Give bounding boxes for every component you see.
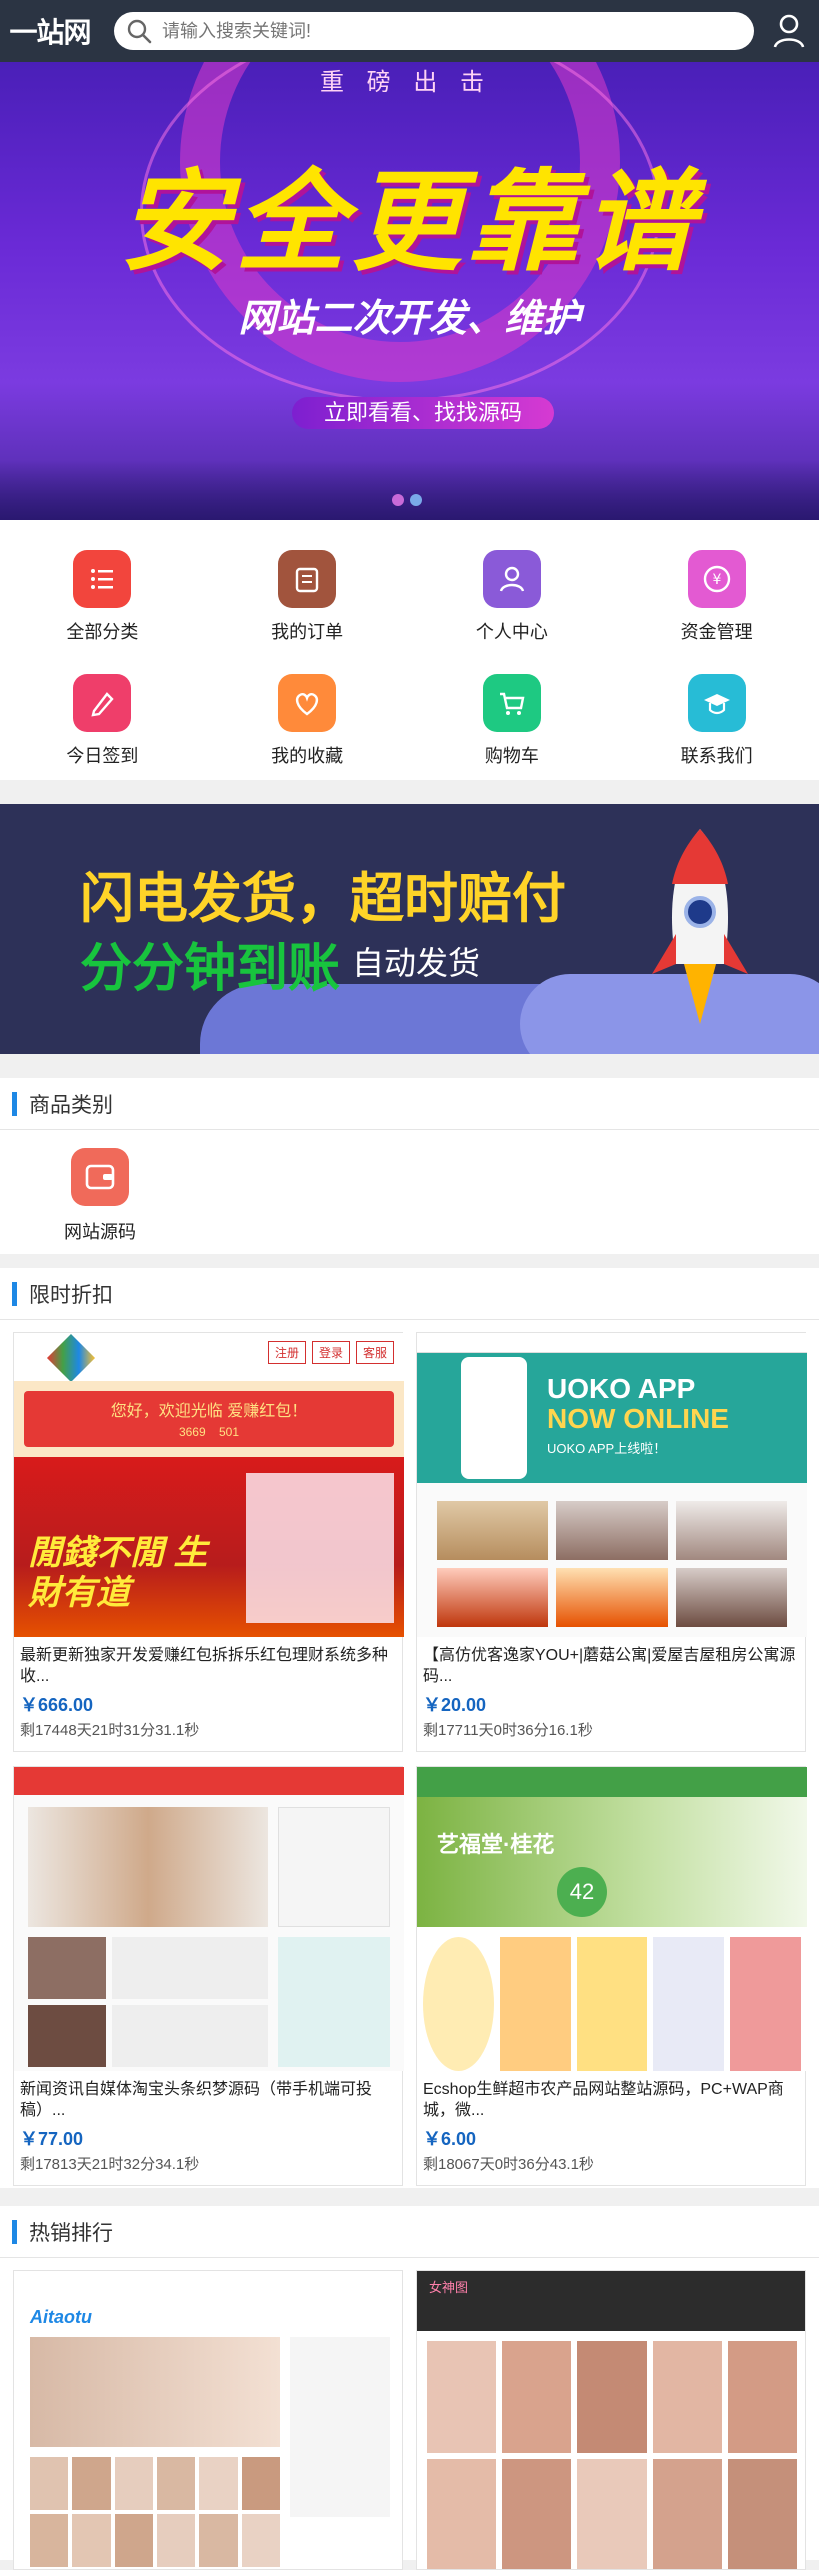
thumb-btn-register: 注册 — [267, 1341, 306, 1364]
menu-all-categories[interactable]: 全部分类 — [0, 528, 205, 652]
list-icon — [73, 550, 132, 608]
product-title[interactable]: Ecshop生鲜超市农产品网站整站源码，PC+WAP商城，微... — [417, 2071, 805, 2121]
menu-label: 个人中心 — [475, 622, 548, 642]
thumb-app-title: UOKO APP — [547, 1373, 696, 1404]
section-title: 限时折扣 — [0, 1268, 819, 1320]
product-countdown: 剩17711天0时36分16.1秒 — [423, 1722, 593, 1739]
thumb-brand: 艺福堂·桂花 — [437, 1832, 555, 1857]
banner-arc-text: 重 磅 出 击 — [320, 69, 493, 96]
svg-text:¥: ¥ — [712, 572, 721, 588]
heart-icon — [278, 674, 337, 732]
section-title: 热销排行 — [0, 2206, 819, 2258]
flash-sale-section: 限时折扣 注册 登录 客服 您好，欢迎光临 爱赚红包！ 3669 501 閒錢不… — [0, 1268, 819, 2188]
banner-headline: 安全更靠谱 — [119, 158, 700, 286]
product-thumbnail[interactable]: 注册 登录 客服 您好，欢迎光临 爱赚红包！ 3669 501 閒錢不閒 生財有… — [14, 1333, 404, 1637]
user-icon — [482, 550, 541, 608]
hot-title: 热销排行 — [29, 2221, 113, 2245]
product-price: ￥20.00 — [423, 1695, 487, 1715]
search-bar[interactable] — [114, 12, 754, 50]
promo-line-1: 闪电发货，超时赔付 — [80, 867, 566, 930]
wallet-icon — [71, 1148, 129, 1206]
menu-label: 今日签到 — [66, 746, 139, 766]
banner-subline: 网站二次开发、维护 — [238, 296, 581, 340]
menu-label: 全部分类 — [66, 622, 139, 642]
thumb-slogan: 閒錢不閒 生財有道 — [28, 1534, 208, 1612]
thumb-app-small: UOKO APP上线啦！ — [547, 1441, 667, 1456]
hot-logo: Aitaotu — [30, 2307, 92, 2327]
product-card[interactable]: 艺福堂·桂花 42 Ecshop生鲜超市农产品网站整站源码，PC+WAP商城，微… — [416, 1766, 807, 2186]
hot-product-card[interactable]: Aitaotu — [13, 2270, 403, 2570]
pen-icon — [73, 674, 132, 732]
menu-profile[interactable]: 个人中心 — [410, 528, 615, 652]
product-countdown: 剩17448天21时31分31.1秒 — [20, 1722, 200, 1739]
category-label: 网站源码 — [64, 1222, 136, 1242]
menu-favorites[interactable]: 我的收藏 — [205, 652, 410, 776]
product-countdown: 剩17813天21时32分34.1秒 — [20, 2156, 200, 2173]
order-icon — [278, 550, 337, 608]
menu-cart[interactable]: 购物车 — [410, 652, 615, 776]
money-icon: ¥ — [687, 550, 746, 608]
product-card[interactable]: 注册 登录 客服 您好，欢迎光临 爱赚红包！ 3669 501 閒錢不閒 生財有… — [13, 1332, 404, 1752]
banner-cta[interactable]: 立即看看、找找源码 — [292, 397, 554, 429]
menu-label: 联系我们 — [680, 746, 753, 766]
banner-dot-2[interactable] — [410, 494, 422, 506]
title-accent-bar — [12, 2219, 17, 2244]
category-section: 商品类别 网站源码 — [0, 1078, 819, 1254]
product-grid: 注册 登录 客服 您好，欢迎光临 爱赚红包！ 3669 501 閒錢不閒 生財有… — [13, 1332, 807, 2186]
menu-contact[interactable]: 联系我们 — [614, 652, 819, 776]
quick-menu: 全部分类 我的订单 个人中心 ¥ 资金管理今日签到 我的收藏 购物车 联系我们 — [0, 520, 819, 780]
search-icon — [127, 19, 152, 44]
product-thumbnail[interactable]: 艺福堂·桂花 42 — [417, 1767, 807, 2071]
search-input[interactable] — [162, 20, 722, 42]
product-thumbnail[interactable]: UOKO APP NOW ONLINE UOKO APP上线啦！ — [417, 1333, 807, 1637]
thumb-btn-service: 客服 — [355, 1341, 394, 1364]
banner-city-silhouette — [0, 460, 819, 520]
cart-icon — [482, 674, 541, 732]
rocket-icon — [652, 829, 748, 1024]
menu-my-orders[interactable]: 我的订单 — [205, 528, 410, 652]
menu-label: 购物车 — [484, 746, 539, 766]
product-thumbnail[interactable] — [14, 1767, 404, 2071]
thumb-badge: 42 — [557, 1867, 607, 1917]
hot-product-card[interactable]: 女神图 — [416, 2270, 806, 2570]
product-countdown: 剩18067天0时36分43.1秒 — [423, 2156, 594, 2173]
hero-banner[interactable]: 重 磅 出 击 安全更靠谱 网站二次开发、维护 立即看看、找找源码 — [0, 62, 819, 520]
banner-pagination[interactable] — [392, 494, 422, 506]
product-price: ￥77.00 — [20, 2129, 84, 2149]
title-accent-bar — [12, 1281, 17, 1306]
menu-checkin[interactable]: 今日签到 — [0, 652, 205, 776]
product-card[interactable]: UOKO APP NOW ONLINE UOKO APP上线啦！ 【高仿优客逸家… — [416, 1332, 807, 1752]
menu-label: 资金管理 — [680, 622, 753, 642]
thumb-stat-1: 3669 — [178, 1425, 206, 1439]
title-accent-bar — [12, 1091, 17, 1116]
site-logo[interactable]: 一站网 — [0, 0, 100, 62]
product-price: ￥666.00 — [20, 1695, 94, 1715]
menu-label: 我的订单 — [271, 622, 344, 642]
banner-dot-1[interactable] — [392, 494, 404, 506]
menu-funds[interactable]: ¥ 资金管理 — [614, 528, 819, 652]
thumb-btn-login: 登录 — [311, 1341, 350, 1364]
top-header: 一站网 — [0, 0, 819, 62]
hot-grid: Aitaotu 女神图 — [13, 2270, 807, 2570]
hot-section: 热销排行 Aitaotu 女神图 — [0, 2206, 819, 2570]
thumb-welcome: 您好，欢迎光临 爱赚红包！ — [110, 1403, 308, 1420]
thumb-app-sub: NOW ONLINE — [547, 1403, 729, 1434]
flash-sale-title: 限时折扣 — [29, 1283, 113, 1307]
product-title[interactable]: 最新更新独家开发爱赚红包拆拆乐红包理财系统多种收... — [14, 1637, 402, 1687]
product-title[interactable]: 【高仿优客逸家YOU+|蘑菇公寓|爱屋吉屋租房公寓源码... — [417, 1637, 805, 1687]
promo-line-2: 分分钟到账 — [80, 939, 341, 999]
product-price: ￥6.00 — [423, 2129, 477, 2149]
thumb-stat-2: 501 — [219, 1425, 240, 1439]
product-card[interactable]: 新闻资讯自媒体淘宝头条织梦源码（带手机端可投稿）... ￥77.00 剩1781… — [13, 1766, 404, 2186]
promo-banner[interactable]: 闪电发货，超时赔付 分分钟到账 自动发货 — [0, 804, 819, 1054]
menu-label: 我的收藏 — [271, 746, 344, 766]
section-title: 商品类别 — [0, 1078, 819, 1130]
product-title[interactable]: 新闻资讯自媒体淘宝头条织梦源码（带手机端可投稿）... — [14, 2071, 402, 2121]
graduation-icon — [687, 674, 746, 732]
category-title: 商品类别 — [29, 1093, 113, 1117]
promo-line-3: 自动发货 — [352, 945, 481, 981]
category-website-source[interactable]: 网站源码 — [64, 1148, 136, 1244]
hot-logo: 女神图 — [429, 2280, 469, 2295]
user-icon[interactable] — [771, 13, 807, 49]
